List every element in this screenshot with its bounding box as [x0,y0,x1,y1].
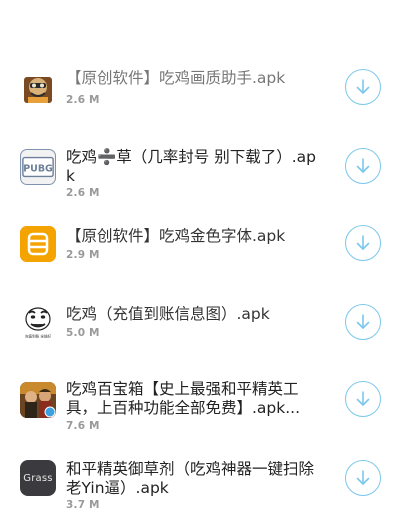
meme-face-icon: 充值到账 全能好 [20,304,56,340]
file-name: 吃鸡（充值到账信息图）.apk [66,305,270,323]
download-button[interactable] [345,460,381,496]
download-arrow-icon [356,235,370,250]
file-size: 2.6 M [66,187,100,199]
file-size: 5.0 M [66,327,100,339]
list-item[interactable]: 【原创软件】吃鸡金色字体.apk 2.9 M [0,206,400,284]
list-item[interactable]: 充值到账 全能好 吃鸡（充值到账信息图）.apk 5.0 M [0,284,400,362]
download-button[interactable] [345,148,381,184]
list-item[interactable]: PUBG 吃鸡➗草（几率封号 别下载了）.apk 2.6 M [0,128,400,206]
download-button[interactable] [345,225,381,261]
file-name: 吃鸡百宝箱【史上最强和平精英工具，上百种功能全部免费】.apk... [66,380,301,417]
grass-app-icon: Grass [20,460,56,496]
file-name: 和平精英御草剂（吃鸡神器一键扫除老Yin逼）.apk [66,460,315,497]
apk-file-list: 【原创软件】吃鸡画质助手.apk 2.6 M PUBG 吃鸡➗草（几率封号 别下… [0,0,400,519]
pubg-crate-character-icon [20,71,56,107]
download-arrow-icon [356,314,370,329]
list-item[interactable]: 【原创软件】吃鸡画质助手.apk 2.6 M [0,50,400,128]
grass-icon-label: Grass [23,472,53,484]
file-size: 2.9 M [66,249,100,261]
download-button[interactable] [345,304,381,340]
file-name: 【原创软件】吃鸡金色字体.apk [66,227,286,245]
game-characters-icon [20,382,56,418]
file-size: 7.6 M [66,420,100,432]
list-item[interactable]: Grass 和平精英御草剂（吃鸡神器一键扫除老Yin逼）.apk 3.7 M [0,440,400,518]
file-name: 吃鸡➗草（几率封号 别下载了）.apk [66,148,316,185]
download-arrow-icon [356,158,370,173]
file-size: 3.7 M [66,499,100,511]
svg-text:PUBG: PUBG [23,163,53,174]
orange-app-icon [20,226,56,262]
icon-caption: 充值到账 全能好 [25,334,52,339]
download-button[interactable] [345,69,381,105]
pubg-logo-icon: PUBG [20,149,56,185]
file-size: 2.6 M [66,94,100,106]
download-arrow-icon [356,391,370,406]
list-item[interactable]: 吃鸡百宝箱【史上最强和平精英工具，上百种功能全部免费】.apk... 7.6 M [0,362,400,440]
file-name: 【原创软件】吃鸡画质助手.apk [66,69,286,87]
download-arrow-icon [356,79,370,94]
download-arrow-icon [356,470,370,485]
download-button[interactable] [345,381,381,417]
